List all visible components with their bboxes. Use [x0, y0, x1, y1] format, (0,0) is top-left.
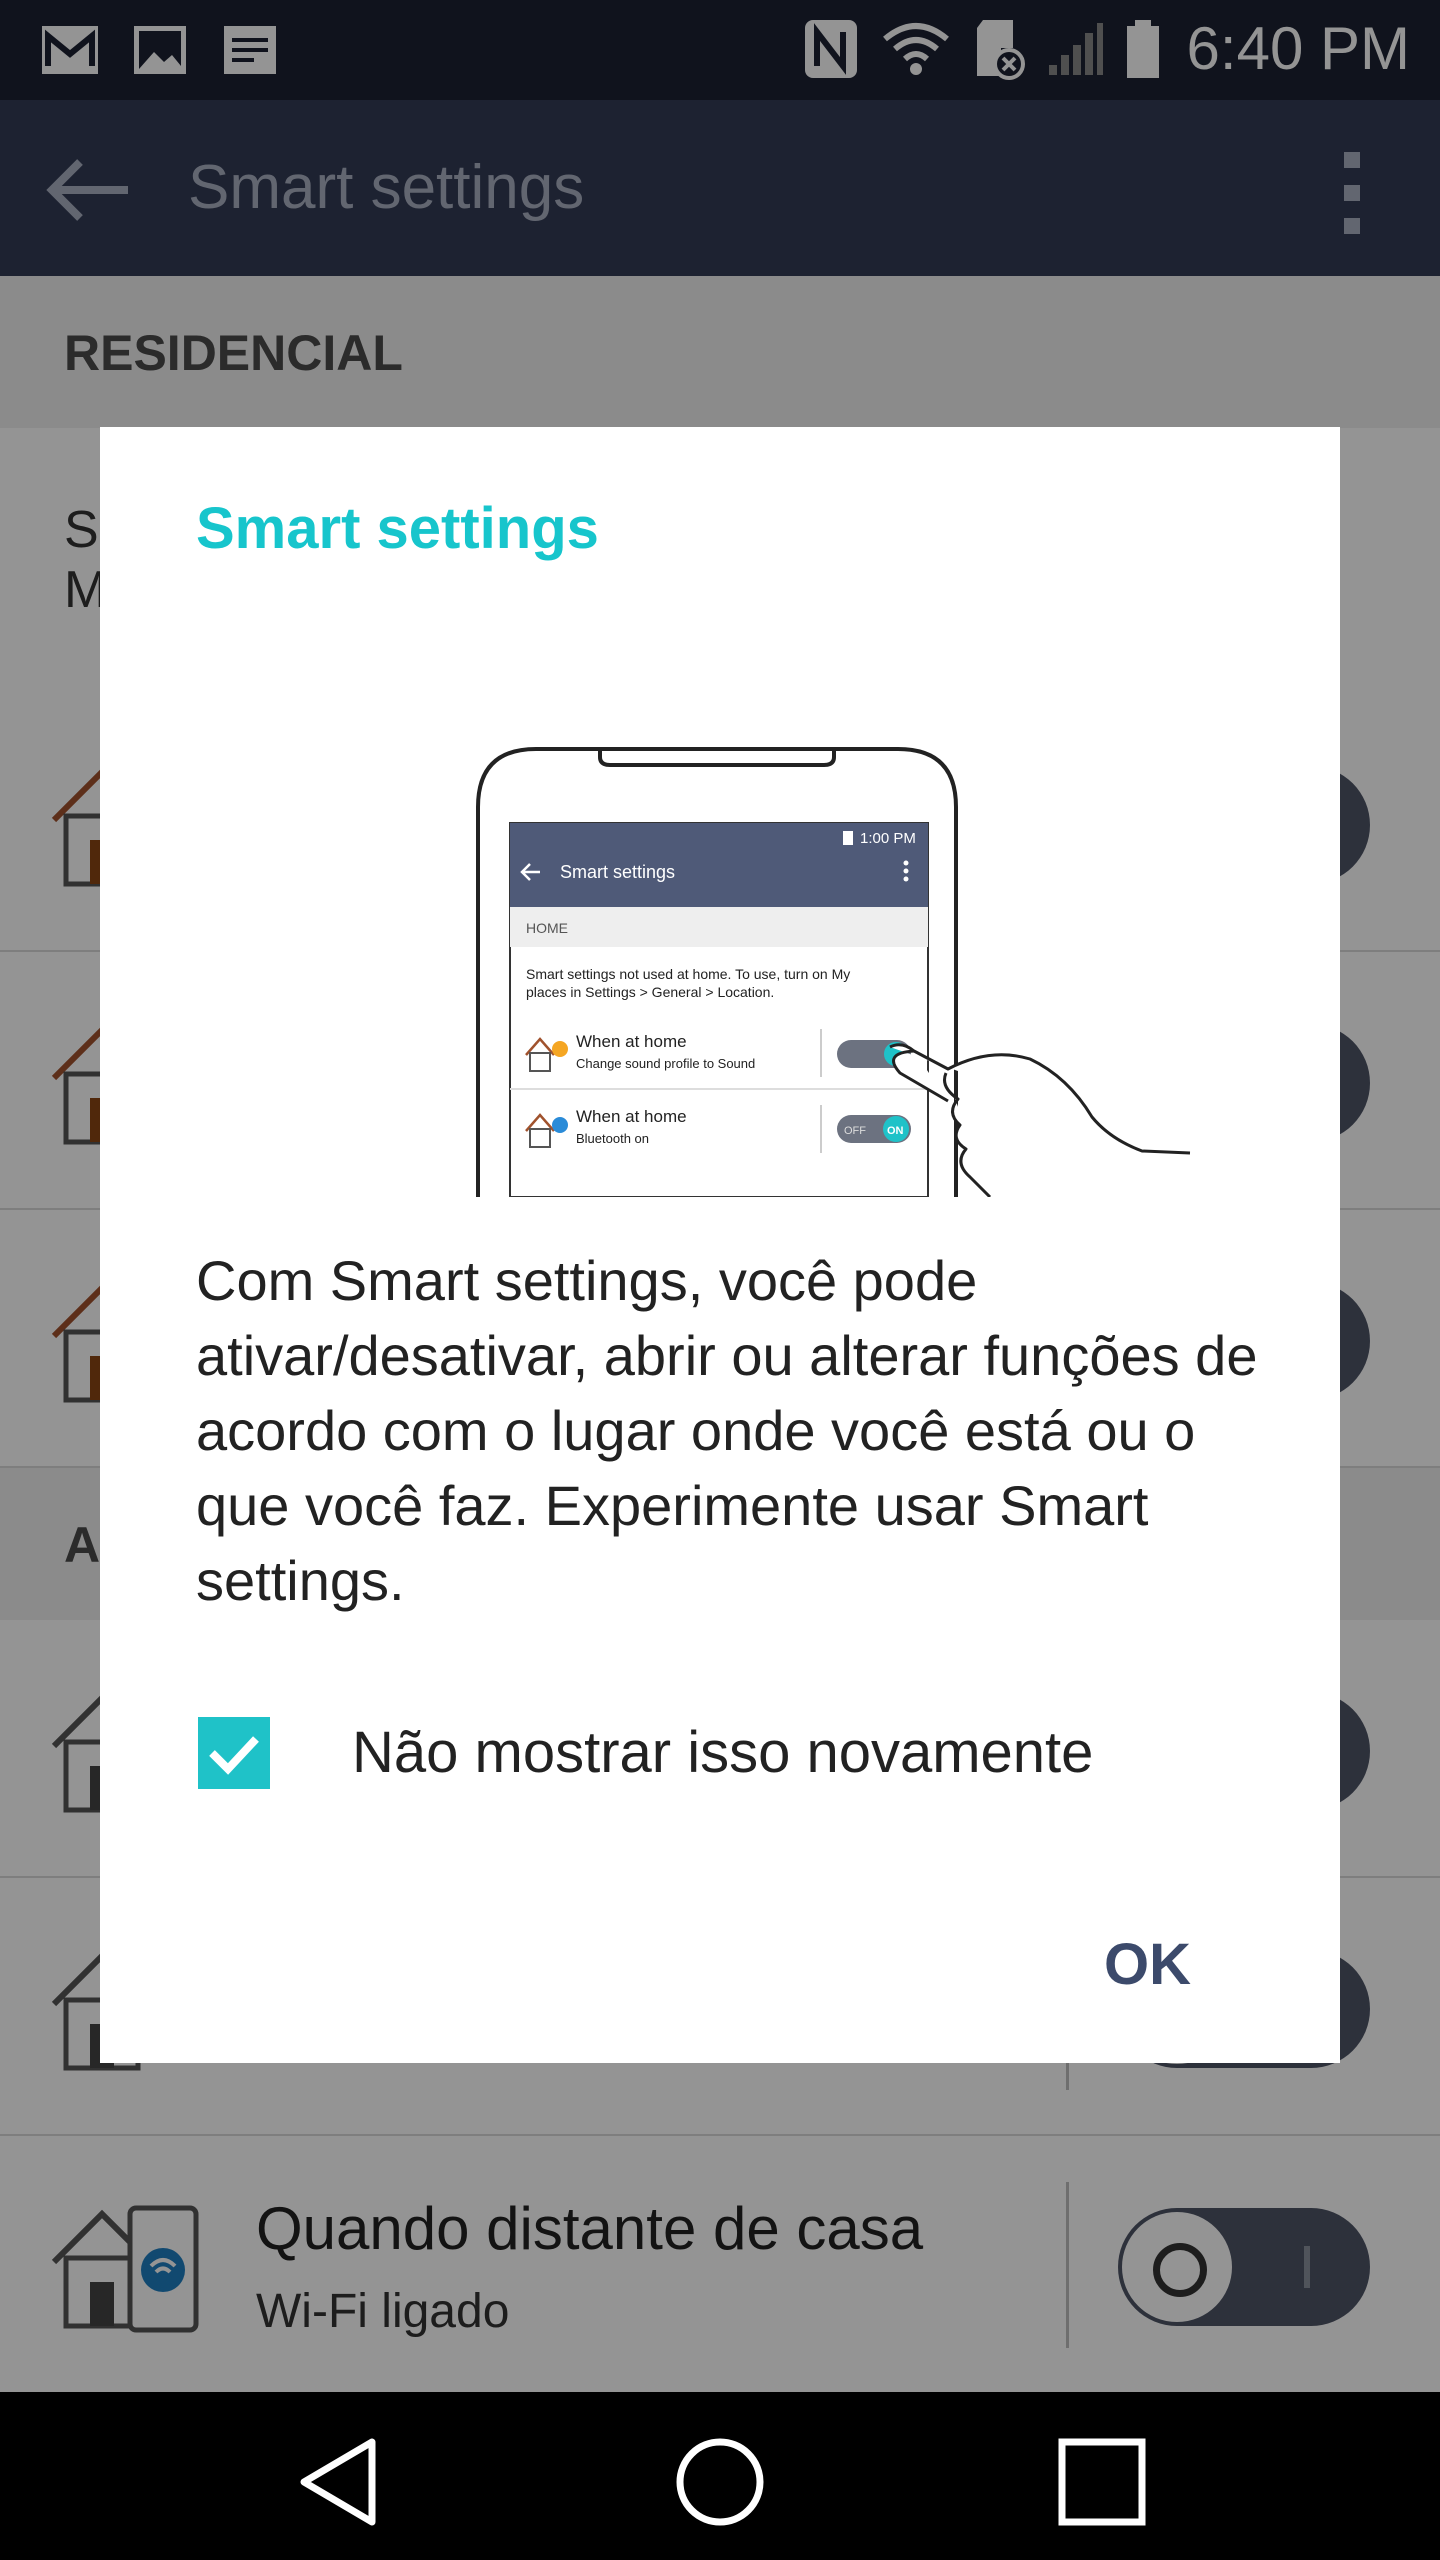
illus-title: Smart settings — [560, 862, 675, 882]
illus-item2-sub: Bluetooth on — [576, 1131, 649, 1146]
illus-toggle-on: ON — [887, 1125, 904, 1137]
illus-info-1: Smart settings not used at home. To use,… — [526, 966, 850, 982]
dont-show-again-checkbox[interactable] — [198, 1717, 270, 1789]
recents-square-icon[interactable] — [1052, 2432, 1152, 2532]
illus-item2-title: When at home — [576, 1107, 687, 1126]
dont-show-again-label[interactable]: Não mostrar isso novamente — [352, 1719, 1093, 1786]
illustration: 1:00 PM Smart settings HOME Smart settin… — [476, 747, 1191, 1197]
illus-time: 1:00 PM — [860, 830, 916, 847]
illus-item1-title: When at home — [576, 1032, 687, 1051]
ok-button[interactable]: OK — [1104, 1931, 1191, 1998]
navigation-bar — [0, 2392, 1440, 2560]
smart-settings-dialog: Smart settings 1:00 PM Smart settings HO… — [100, 427, 1340, 2063]
illus-item1-sub: Change sound profile to Sound — [576, 1056, 755, 1071]
illus-info-2: places in Settings > General > Location. — [526, 984, 774, 1000]
illus-toggle-off: OFF — [844, 1125, 866, 1137]
dialog-message: Com Smart settings, você pode ativar/des… — [196, 1249, 1258, 1612]
checkmark-icon — [209, 1736, 259, 1775]
home-circle-icon[interactable] — [670, 2432, 770, 2532]
illus-section: HOME — [526, 920, 568, 936]
back-triangle-icon[interactable] — [290, 2432, 390, 2532]
dialog-title: Smart settings — [196, 496, 599, 561]
